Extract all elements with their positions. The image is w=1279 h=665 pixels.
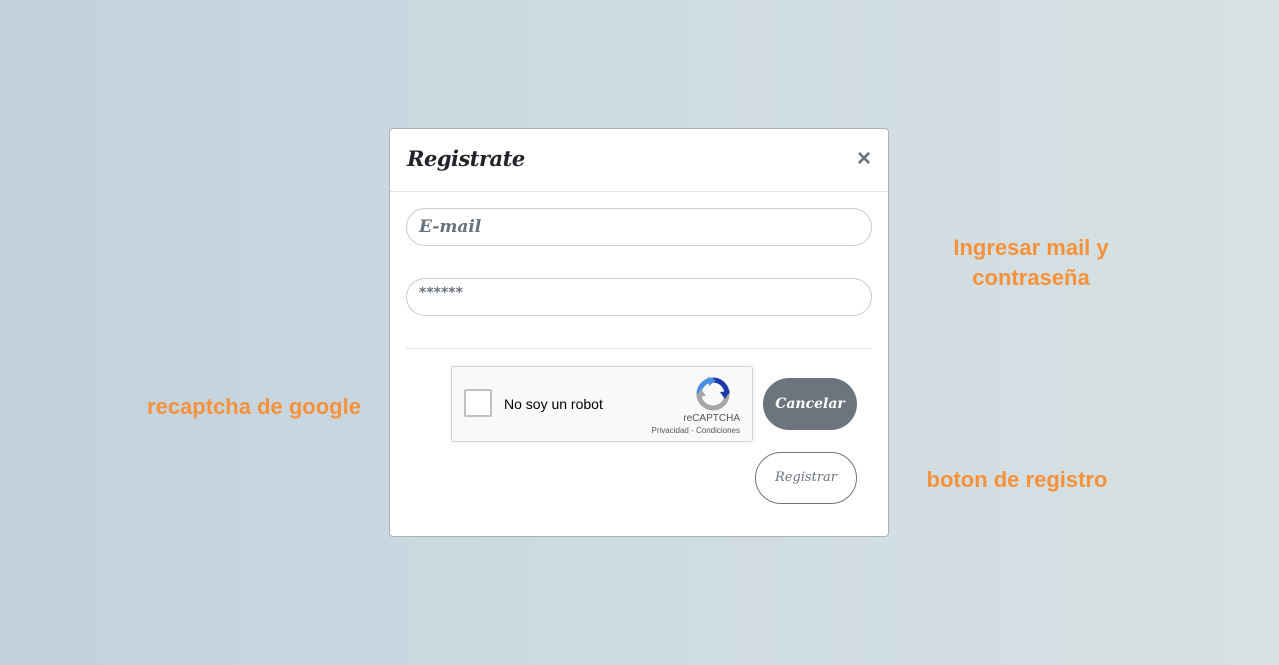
modal-header: Registrate × <box>390 129 888 192</box>
password-value: ****** <box>419 285 463 301</box>
modal-title: Registrate <box>407 146 525 171</box>
divider <box>406 348 872 349</box>
recaptcha-logo-icon <box>696 377 730 411</box>
password-field[interactable]: ****** <box>406 278 872 316</box>
annotation-register-button: boton de registro <box>926 467 1108 492</box>
recaptcha-widget: No soy un robot reCAPTCHA Privacidad - C… <box>451 366 753 442</box>
recaptcha-checkbox[interactable] <box>464 389 492 417</box>
email-placeholder: E-mail <box>419 217 482 237</box>
annotation-recaptcha: recaptcha de google <box>147 394 361 419</box>
recaptcha-brand: reCAPTCHA <box>683 413 740 424</box>
cancel-button[interactable]: Cancelar <box>763 378 857 430</box>
close-icon[interactable]: × <box>852 145 876 173</box>
recaptcha-links[interactable]: Privacidad - Condiciones <box>652 426 741 435</box>
annotation-mail-password: Ingresar mail y contraseña <box>953 235 1109 290</box>
email-field[interactable]: E-mail <box>406 208 872 246</box>
recaptcha-label: No soy un robot <box>504 396 603 412</box>
register-modal: Registrate × E-mail ****** No soy un rob… <box>389 128 889 537</box>
register-button[interactable]: Registrar <box>755 452 857 504</box>
